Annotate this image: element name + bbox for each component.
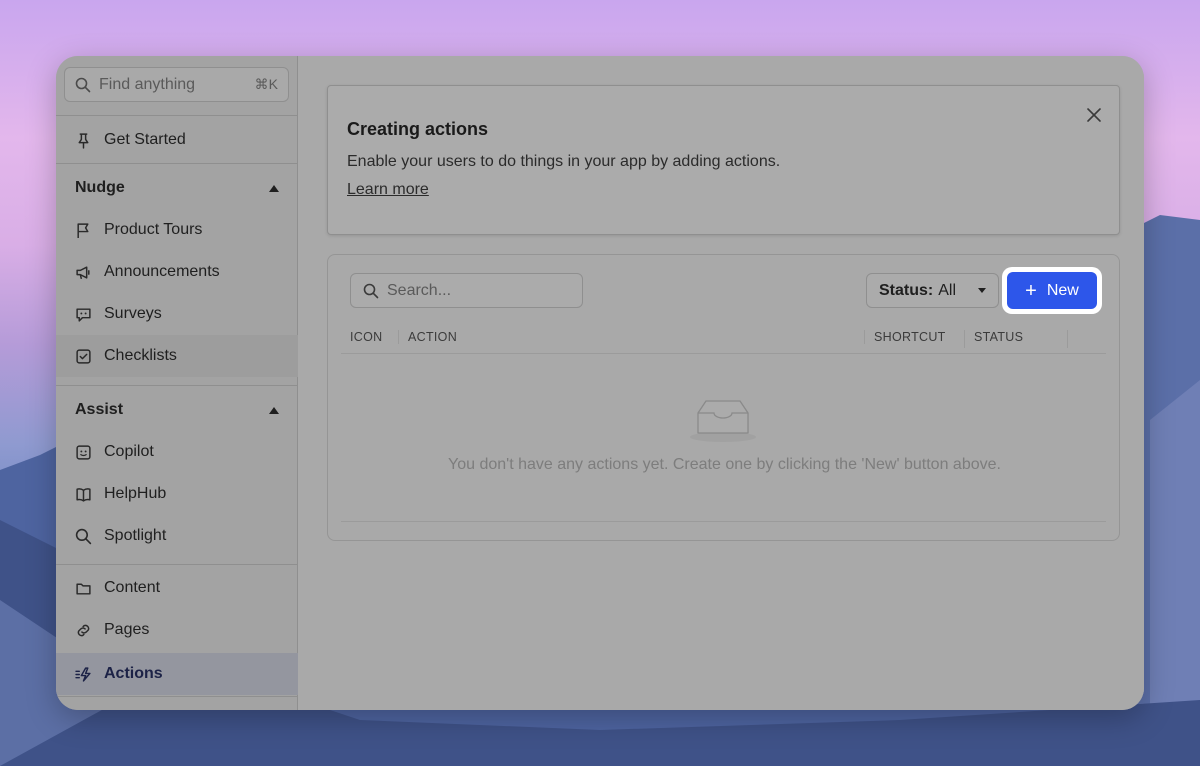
sidebar-item-label: Spotlight (104, 527, 167, 544)
divider (56, 385, 298, 386)
info-banner: Creating actions Enable your users to do… (327, 85, 1120, 235)
sidebar-item-label: Surveys (104, 305, 162, 322)
sidebar-item-announcements[interactable]: Announcements (56, 251, 298, 293)
sidebar-item-label: Product Tours (104, 221, 203, 238)
plus-icon: + (1025, 279, 1037, 302)
empty-state-message: You don't have any actions yet. Create o… (448, 456, 1001, 473)
column-header-shortcut[interactable]: SHORTCUT (864, 330, 946, 344)
new-action-button[interactable]: + New (1007, 272, 1097, 309)
sidebar-item-get-started[interactable]: Get Started (56, 119, 298, 161)
sidebar-item-label: Get Started (104, 131, 186, 148)
caret-up-icon (269, 184, 279, 192)
status-filter-select[interactable]: Status: All (866, 273, 999, 308)
main-content: Creating actions Enable your users to do… (299, 56, 1144, 710)
table-header: ICON ACTION SHORTCUT STATUS (341, 322, 1106, 354)
sidebar-item-surveys[interactable]: Surveys (56, 293, 298, 335)
actions-panel: Search... Status: All + New ICON ACTION … (327, 254, 1120, 541)
column-header-action[interactable]: ACTION (398, 330, 457, 344)
actions-search-input[interactable]: Search... (350, 273, 583, 308)
empty-inbox-icon (690, 400, 756, 442)
new-button-highlight: + New (1002, 267, 1102, 314)
banner-description: Enable your users to do things in your a… (347, 153, 781, 170)
section-title: Nudge (75, 179, 125, 196)
column-header-icon[interactable]: ICON (341, 330, 382, 344)
status-label: Status: (879, 281, 934, 299)
sidebar-item-label: HelpHub (104, 485, 167, 502)
checkbox-icon (76, 348, 91, 364)
section-header-assist[interactable]: Assist (56, 389, 298, 431)
learn-more-link[interactable]: Learn more (347, 181, 429, 199)
app-window: Find anything ⌘K Get Started Nudge Produ… (56, 56, 1144, 710)
sidebar-item-copilot[interactable]: Copilot (56, 431, 298, 473)
section-title: Assist (75, 401, 124, 418)
flag-icon (77, 222, 89, 238)
sidebar-item-product-tours[interactable]: Product Tours (56, 209, 298, 251)
sidebar-item-checklists[interactable]: Checklists (56, 335, 298, 377)
divider (56, 115, 298, 116)
divider (56, 696, 298, 697)
sidebar-item-pages[interactable]: Pages (56, 609, 298, 651)
sidebar-item-label: Actions (104, 665, 163, 682)
caret-up-icon (269, 406, 279, 414)
table-footer-divider (341, 521, 1106, 522)
divider (56, 163, 298, 164)
sidebar-item-content[interactable]: Content (56, 567, 298, 609)
sidebar-item-actions[interactable]: Actions (56, 653, 298, 695)
megaphone-icon (76, 265, 90, 279)
sidebar: Find anything ⌘K Get Started Nudge Produ… (56, 56, 298, 710)
sidebar-search-placeholder: Find anything (99, 75, 196, 93)
status-value: All (938, 281, 957, 299)
search-icon (75, 77, 91, 92)
lightning-icon (75, 666, 91, 682)
section-header-nudge[interactable]: Nudge (56, 167, 298, 209)
search-icon (75, 528, 92, 544)
sidebar-item-label: Announcements (104, 263, 220, 280)
chevron-down-icon (978, 288, 986, 293)
sidebar-item-label: Copilot (104, 443, 154, 460)
new-button-label: New (1046, 281, 1079, 299)
survey-chat-icon (76, 307, 91, 322)
divider (56, 564, 298, 565)
link-icon (77, 624, 90, 636)
book-icon (76, 487, 91, 502)
sidebar-item-label: Content (104, 579, 161, 596)
sidebar-item-spotlight[interactable]: Spotlight (56, 515, 298, 557)
sidebar-item-label: Checklists (104, 347, 177, 364)
copilot-icon (76, 444, 91, 460)
banner-title: Creating actions (347, 119, 489, 139)
close-icon[interactable] (1085, 106, 1103, 124)
sidebar-item-label: Pages (104, 621, 150, 638)
shortcut-hint: ⌘K (254, 76, 278, 92)
folder-icon (76, 583, 91, 595)
column-header-status[interactable]: STATUS (964, 330, 1068, 348)
search-placeholder: Search... (387, 281, 452, 299)
sidebar-search-input[interactable]: Find anything ⌘K (64, 67, 289, 102)
pin-icon (78, 132, 89, 149)
search-icon (363, 283, 379, 298)
sidebar-item-helphub[interactable]: HelpHub (56, 473, 298, 515)
